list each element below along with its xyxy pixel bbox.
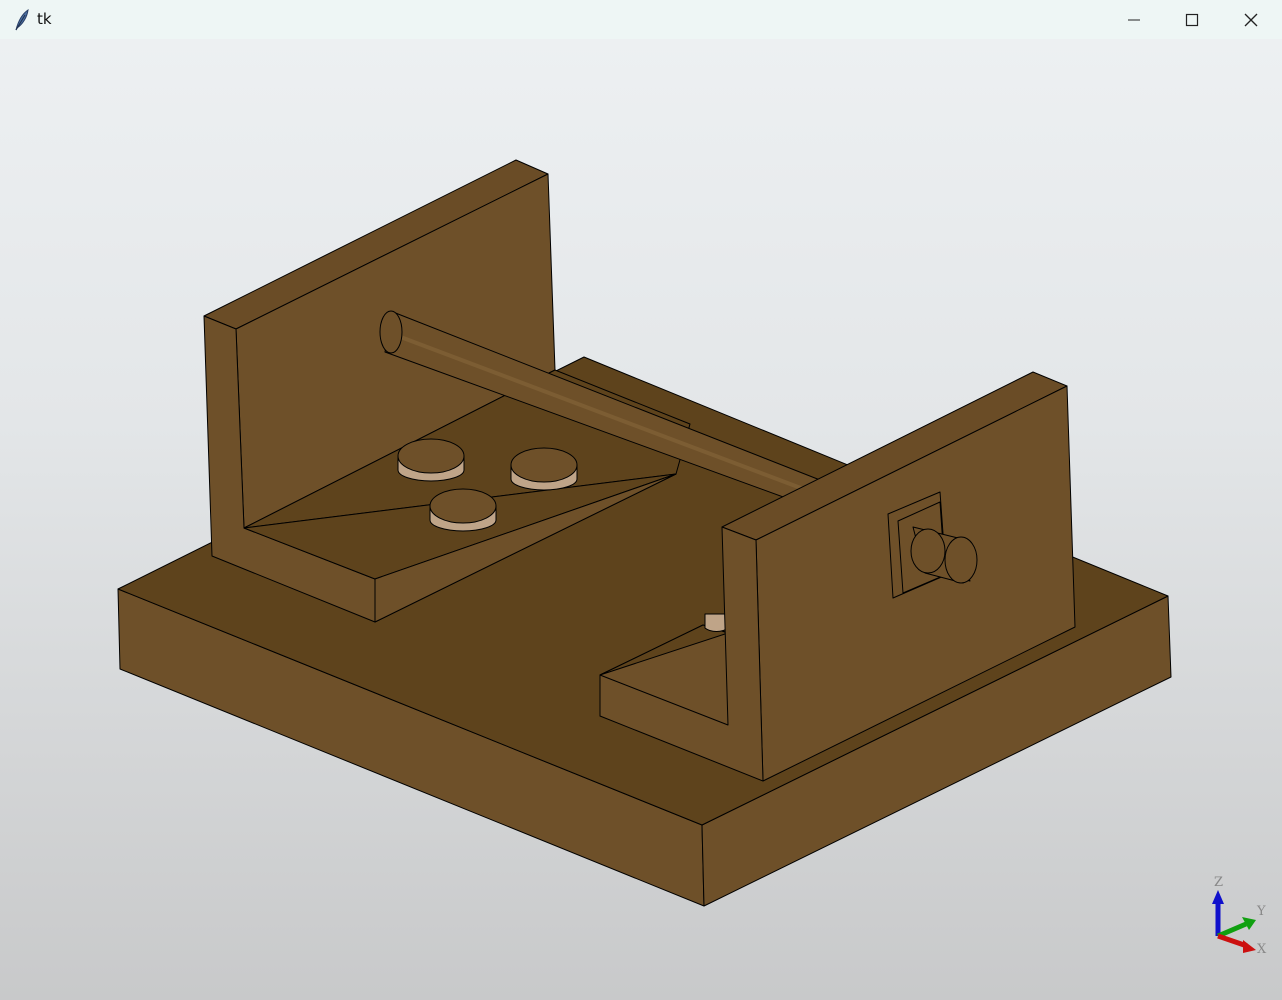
maximize-icon — [1185, 13, 1199, 27]
window-title: tk — [37, 10, 52, 28]
3d-viewport[interactable]: Z Y X — [0, 39, 1282, 1000]
close-icon — [1244, 13, 1258, 27]
y-axis-arrow — [1217, 917, 1256, 939]
x-axis-label: X — [1257, 942, 1267, 957]
minimize-icon — [1128, 19, 1140, 21]
application-window: tk Z Y X — [0, 0, 1282, 1000]
x-axis-arrow — [1217, 933, 1256, 953]
minimize-button[interactable] — [1105, 0, 1163, 39]
axis-triad: Z Y X — [1212, 875, 1267, 957]
z-axis-label: Z — [1214, 875, 1223, 890]
feather-icon — [12, 8, 30, 31]
title-bar[interactable]: tk — [0, 0, 1282, 39]
maximize-button[interactable] — [1163, 0, 1221, 39]
y-axis-label: Y — [1256, 904, 1266, 919]
z-axis-arrow — [1212, 890, 1224, 936]
close-button[interactable] — [1222, 0, 1280, 39]
